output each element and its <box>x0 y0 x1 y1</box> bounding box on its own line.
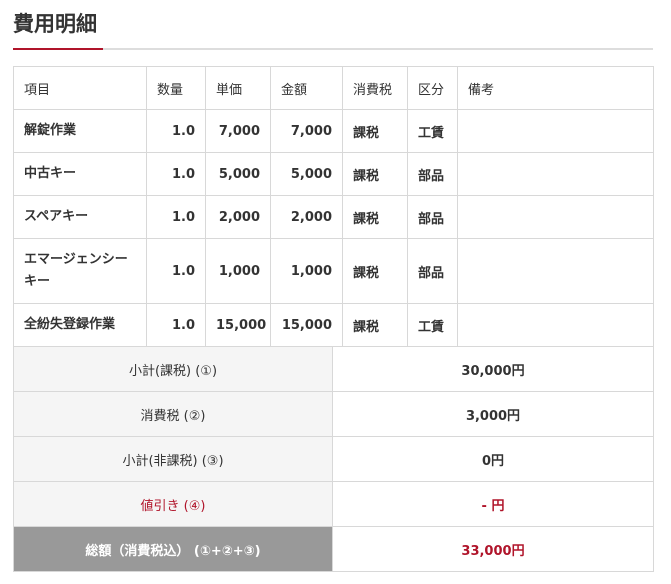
cell-quantity: 1.0 <box>146 303 206 347</box>
header-unit-price: 単価 <box>205 66 271 110</box>
cell-tax: 課税 <box>342 195 408 239</box>
cell-amount: 2,000 <box>270 195 343 239</box>
cell-unit-price: 1,000 <box>205 238 271 304</box>
cost-items-table: 項目 数量 単価 金額 消費税 区分 備考 解錠作業 1.0 7,000 7,0… <box>13 66 654 347</box>
cell-category: 部品 <box>407 195 458 239</box>
header-note: 備考 <box>457 66 654 110</box>
summary-label: 値引き (④) <box>13 481 333 527</box>
table-row: 解錠作業 1.0 7,000 7,000 課税 工賃 <box>13 109 654 153</box>
header-tax: 消費税 <box>342 66 408 110</box>
header-amount: 金額 <box>270 66 343 110</box>
cell-tax: 課税 <box>342 152 408 196</box>
total-label: 総額（消費税込） (①+②+③) <box>13 526 333 572</box>
summary-label: 小計(課税) (①) <box>13 346 333 392</box>
cell-quantity: 1.0 <box>146 109 206 153</box>
cell-note <box>457 152 654 196</box>
cell-unit-price: 15,000 <box>205 303 271 347</box>
table-row: スペアキー 1.0 2,000 2,000 課税 部品 <box>13 195 654 239</box>
cell-item: 中古キー <box>13 152 147 196</box>
cell-item: 解錠作業 <box>13 109 147 153</box>
total-value: 33,000円 <box>332 526 654 572</box>
summary-label: 消費税 (②) <box>13 391 333 437</box>
summary-row-total: 総額（消費税込） (①+②+③) 33,000円 <box>13 526 654 572</box>
cell-category: 部品 <box>407 238 458 304</box>
table-row: 全紛失登録作業 1.0 15,000 15,000 課税 工賃 <box>13 303 654 347</box>
cell-note <box>457 109 654 153</box>
summary-label: 小計(非課税) (③) <box>13 436 333 482</box>
cell-category: 工賃 <box>407 109 458 153</box>
summary-row-subtotal-nontaxable: 小計(非課税) (③) 0円 <box>13 436 654 482</box>
summary-value: 0円 <box>332 436 654 482</box>
title-underline-accent <box>13 48 103 50</box>
cell-note <box>457 303 654 347</box>
summary-row-discount: 値引き (④) - 円 <box>13 481 654 527</box>
cell-item: 全紛失登録作業 <box>13 303 147 347</box>
table-row: 中古キー 1.0 5,000 5,000 課税 部品 <box>13 152 654 196</box>
cell-note <box>457 238 654 304</box>
cell-amount: 1,000 <box>270 238 343 304</box>
cell-note <box>457 195 654 239</box>
cell-tax: 課税 <box>342 109 408 153</box>
cell-amount: 7,000 <box>270 109 343 153</box>
cell-unit-price: 5,000 <box>205 152 271 196</box>
cell-unit-price: 2,000 <box>205 195 271 239</box>
summary-row-subtotal-taxable: 小計(課税) (①) 30,000円 <box>13 346 654 392</box>
header-item: 項目 <box>13 66 147 110</box>
cell-tax: 課税 <box>342 303 408 347</box>
cell-category: 工賃 <box>407 303 458 347</box>
summary-value: 3,000円 <box>332 391 654 437</box>
summary-value: - 円 <box>332 481 654 527</box>
page-title: 費用明細 <box>13 12 97 36</box>
cell-item: スペアキー <box>13 195 147 239</box>
summary-value: 30,000円 <box>332 346 654 392</box>
table-header-row: 項目 数量 単価 金額 消費税 区分 備考 <box>13 66 654 110</box>
cell-amount: 5,000 <box>270 152 343 196</box>
table-row: エマージェンシーキー 1.0 1,000 1,000 課税 部品 <box>13 238 654 304</box>
header-quantity: 数量 <box>146 66 206 110</box>
title-underline <box>13 48 653 50</box>
cell-amount: 15,000 <box>270 303 343 347</box>
header-category: 区分 <box>407 66 458 110</box>
cost-summary-table: 小計(課税) (①) 30,000円 消費税 (②) 3,000円 小計(非課税… <box>13 346 654 572</box>
cell-unit-price: 7,000 <box>205 109 271 153</box>
cell-category: 部品 <box>407 152 458 196</box>
cell-quantity: 1.0 <box>146 238 206 304</box>
cell-item: エマージェンシーキー <box>13 238 147 304</box>
summary-row-consumption-tax: 消費税 (②) 3,000円 <box>13 391 654 437</box>
cell-quantity: 1.0 <box>146 152 206 196</box>
cell-tax: 課税 <box>342 238 408 304</box>
cell-quantity: 1.0 <box>146 195 206 239</box>
